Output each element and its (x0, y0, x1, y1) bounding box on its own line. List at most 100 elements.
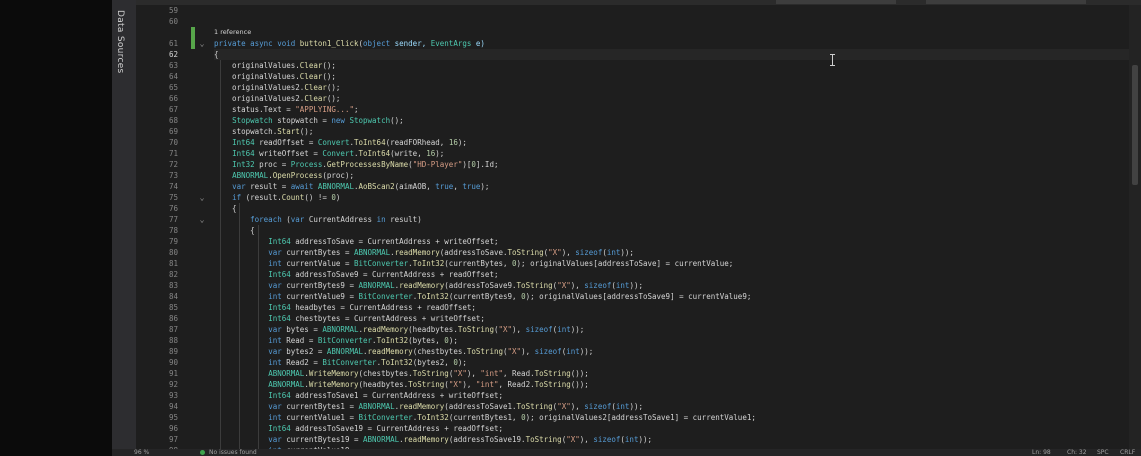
code-token: Start (277, 127, 300, 136)
code-token: ), (570, 281, 585, 290)
line-number: 71 (168, 149, 178, 158)
code-token: result = (250, 182, 291, 191)
code-token: OpenProcess (272, 171, 323, 180)
code-token: Int64 (232, 149, 260, 158)
line-number: 65 (168, 83, 178, 92)
code-token: ToString (534, 369, 571, 378)
code-token: "int" (480, 369, 503, 378)
code-token: ); originalValues2[addressToSave1] = cur… (525, 413, 756, 422)
code-token: (); (326, 94, 341, 103)
code-token: int (268, 413, 287, 422)
code-token: Stopwatch (232, 116, 278, 125)
code-token: currentValue9 = (286, 292, 359, 301)
code-token: Clear (299, 72, 323, 81)
line-number: 60 (168, 17, 178, 26)
code-line: originalValues2.Clear(); (214, 82, 1141, 93)
code-token: readMemory (403, 435, 449, 444)
code-token: "X" (557, 402, 571, 411)
code-token: if (232, 193, 246, 202)
code-token: addressToSave19 = CurrentAddress + readO… (295, 424, 503, 433)
code-token: originalValues2. (214, 94, 305, 103)
line-number: 85 (168, 303, 178, 312)
code-token: ToInt32 (412, 259, 445, 268)
code-line: { (214, 225, 1141, 236)
line-number: 92 (168, 380, 178, 389)
code-line: ABNORMAL.WriteMemory(headbytes.ToString(… (214, 379, 1141, 390)
code-token: var (232, 182, 251, 191)
fold-chevron-icon[interactable]: ⌄ (197, 192, 207, 203)
code-token: ); (480, 182, 490, 191)
vertical-scrollbar[interactable] (1129, 5, 1141, 449)
line-number: 66 (168, 94, 178, 103)
code-token: headbytes = CurrentAddress + readOffset; (295, 303, 476, 312)
issues-indicator[interactable]: No issues found (209, 449, 257, 456)
code-token: sender, (394, 39, 431, 48)
code-token: ), (466, 369, 481, 378)
code-token: ; (353, 105, 359, 114)
mouse-ibeam-cursor (830, 54, 836, 66)
column-position[interactable]: Ch: 32 (1067, 449, 1087, 456)
data-sources-tab-label[interactable]: Data Sources (115, 10, 125, 74)
line-number: 78 (168, 226, 178, 235)
code-token: stopwatch. (214, 127, 278, 136)
code-token: currentValue1 = (286, 413, 359, 422)
code-token: Convert (322, 149, 354, 158)
code-line: var currentBytes = ABNORMAL.readMemory(a… (214, 247, 1141, 258)
code-token: , Read2. (498, 380, 535, 389)
code-token: (); (326, 83, 341, 92)
code-token: )); (638, 435, 653, 444)
line-position[interactable]: Ln: 98 (1032, 449, 1051, 456)
zoom-level[interactable]: 96 % (134, 449, 149, 456)
code-token: currentBytes9 = (286, 281, 359, 290)
code-token: var (268, 281, 287, 290)
code-token: void (277, 39, 300, 48)
code-token: readMemory (394, 248, 440, 257)
code-token: ABNORMAL (317, 182, 354, 191)
whitespace-mode[interactable]: SPC (1097, 449, 1109, 456)
line-number: 93 (168, 391, 178, 400)
fold-chevron-icon[interactable]: ⌄ (197, 38, 207, 49)
reference-codelens[interactable]: 1 reference (214, 27, 1141, 38)
line-ending[interactable]: CRLF (1120, 449, 1135, 456)
line-number: 88 (168, 336, 178, 345)
code-token: bytes = (286, 325, 323, 334)
code-token: (currentBytes1, (448, 413, 522, 422)
code-token: (aimAOB, (394, 182, 436, 191)
code-token: Read = (286, 336, 318, 345)
code-token: Int64 (268, 303, 296, 312)
code-token: ToString (466, 347, 503, 356)
line-number: 76 (168, 204, 178, 213)
code-token: true (462, 182, 481, 191)
code-token: "X" (453, 369, 467, 378)
line-number: 61 (168, 39, 178, 48)
code-token: (addressToSave1. (444, 402, 517, 411)
code-token: ToInt32 (381, 358, 413, 367)
code-line: var currentBytes9 = ABNORMAL.readMemory(… (214, 280, 1141, 291)
code-token: sizeof (584, 281, 612, 290)
code-token: Int64 (268, 391, 296, 400)
code-token: ()); (570, 369, 589, 378)
scrollbar-thumb[interactable] (1132, 65, 1138, 185)
fold-chevron-icon[interactable]: ⌄ (197, 214, 207, 225)
code-token: addressToSave1 = CurrentAddress + writeO… (295, 391, 503, 400)
code-token: int (615, 402, 630, 411)
code-token: ToString (412, 369, 449, 378)
code-text-area[interactable]: 1 reference private async void button1_Cl… (214, 5, 1141, 449)
side-panel-tab[interactable]: Data Sources (112, 0, 137, 449)
code-token: ); (435, 149, 445, 158)
code-token: originalValues. (214, 72, 300, 81)
code-token: ABNORMAL (358, 281, 395, 290)
code-token: int (268, 336, 287, 345)
code-editor[interactable]: 59 60 61 62 63 64 65 66 67 68 69 70 71 72 73 74 75 76 77 78… (136, 5, 1141, 449)
code-token: ), (570, 402, 585, 411)
code-line: if (result.Count() != 0) (214, 192, 1141, 203)
code-line: var bytes2 = ABNORMAL.readMemory(chestby… (214, 346, 1141, 357)
code-token: BitConverter (358, 292, 413, 301)
code-token: ToString (516, 402, 553, 411)
code-token: true (435, 182, 454, 191)
line-number: 90 (168, 358, 178, 367)
